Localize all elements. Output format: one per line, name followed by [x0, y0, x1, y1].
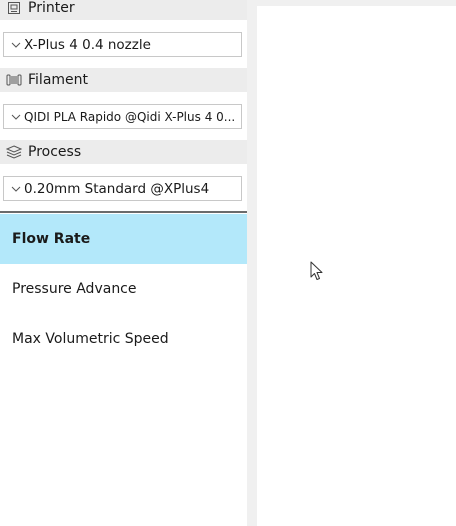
- calibration-item-flow-rate[interactable]: Flow Rate: [0, 214, 247, 264]
- printer-section-label: Printer: [28, 0, 75, 16]
- printer-preset-value: X-Plus 4 0.4 nozzle: [24, 36, 151, 53]
- mouse-cursor-icon: [310, 261, 324, 281]
- section-divider: [0, 211, 247, 213]
- filament-preset-select[interactable]: QIDI PLA Rapido @Qidi X-Plus 4 0...: [3, 104, 242, 129]
- layers-icon: [6, 144, 22, 160]
- printer-preset-select[interactable]: X-Plus 4 0.4 nozzle: [3, 32, 242, 57]
- process-section-header: Process: [0, 140, 247, 164]
- calibration-item-label: Flow Rate: [12, 231, 91, 247]
- chevron-down-icon: [10, 183, 22, 195]
- chevron-down-icon: [10, 111, 22, 123]
- process-section-label: Process: [28, 144, 82, 160]
- filament-section-header: Filament: [0, 68, 247, 92]
- calibration-item-max-volumetric-speed[interactable]: Max Volumetric Speed: [0, 314, 247, 364]
- preset-sidebar: Printer X-Plus 4 0.4 nozzle Filament QID…: [0, 0, 247, 526]
- calibration-content-panel: [257, 6, 456, 526]
- process-preset-value: 0.20mm Standard @XPlus4: [24, 180, 210, 197]
- filament-spool-icon: [6, 72, 22, 88]
- calibration-item-label: Max Volumetric Speed: [12, 331, 169, 347]
- chevron-down-icon: [10, 39, 22, 51]
- calibration-item-label: Pressure Advance: [12, 281, 137, 297]
- filament-section-label: Filament: [28, 72, 89, 88]
- filament-preset-value: QIDI PLA Rapido @Qidi X-Plus 4 0...: [24, 109, 236, 124]
- printer-icon: [6, 0, 22, 16]
- printer-section-header: Printer: [0, 0, 247, 20]
- process-preset-select[interactable]: 0.20mm Standard @XPlus4: [3, 176, 242, 201]
- calibration-item-pressure-advance[interactable]: Pressure Advance: [0, 264, 247, 314]
